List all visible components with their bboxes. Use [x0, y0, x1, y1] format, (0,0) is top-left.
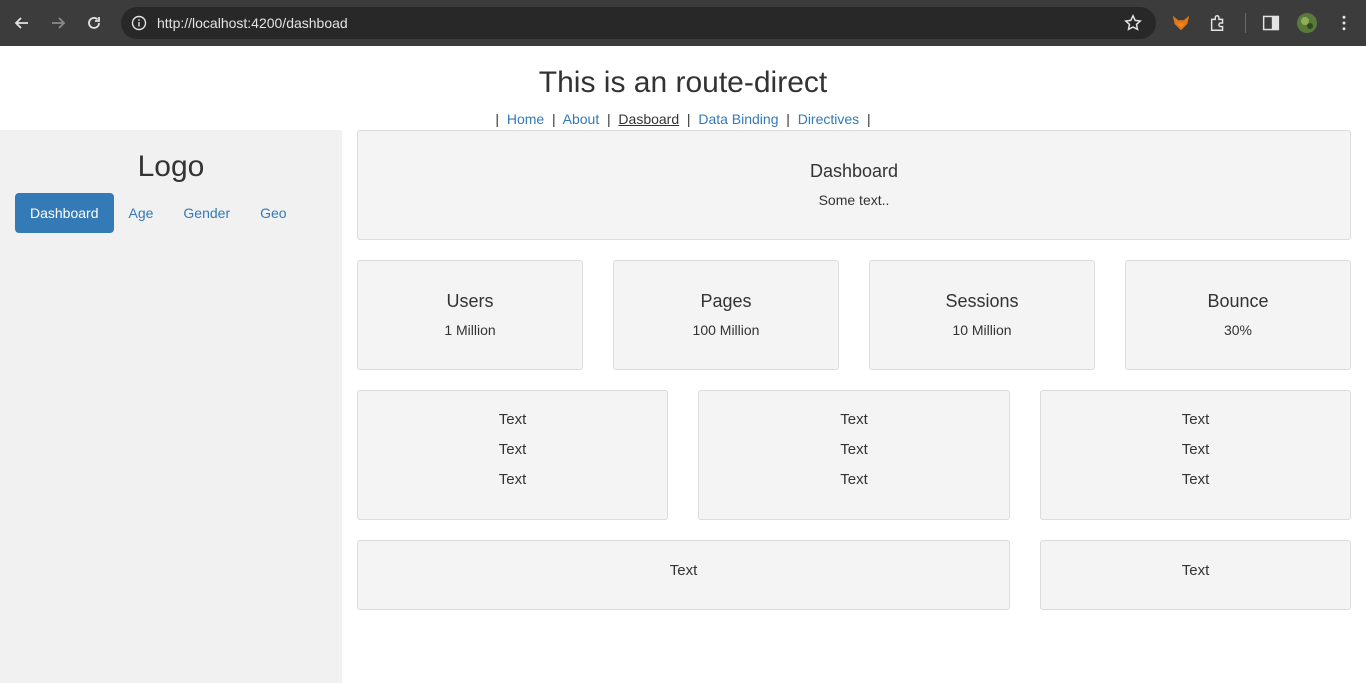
- bottom-text-card: Text: [357, 540, 1010, 610]
- bottom-text-card: Text: [1040, 540, 1351, 610]
- stat-title: Users: [446, 291, 494, 311]
- stat-title: Bounce: [1207, 291, 1269, 311]
- stat-value: 1 Million: [444, 322, 496, 338]
- stat-card-bounce: Bounce 30%: [1125, 260, 1351, 370]
- nav-separator: |: [863, 111, 875, 127]
- address-bar[interactable]: http://localhost:4200/dashboad: [121, 7, 1156, 39]
- toolbar-separator: [1245, 13, 1246, 33]
- nav-separator: |: [782, 111, 794, 127]
- stat-value: 100 Million: [692, 322, 760, 338]
- extensions-puzzle-icon[interactable]: [1207, 12, 1229, 34]
- pill-geo[interactable]: Geo: [245, 193, 301, 233]
- top-navigation: | Home | About | Dasboard | Data Binding…: [0, 111, 1366, 127]
- url-text[interactable]: http://localhost:4200/dashboad: [157, 15, 348, 31]
- nav-separator: |: [548, 111, 560, 127]
- text-line: Text: [840, 441, 868, 458]
- text-line: Text: [840, 411, 868, 428]
- reload-button[interactable]: [80, 9, 108, 37]
- pill-gender[interactable]: Gender: [168, 193, 245, 233]
- text-line: Text: [1181, 562, 1210, 579]
- stat-card-sessions: Sessions 10 Million: [869, 260, 1095, 370]
- nav-separator: |: [491, 111, 503, 127]
- nav-separator: |: [603, 111, 615, 127]
- stat-title: Pages: [700, 291, 752, 311]
- stat-card-pages: Pages 100 Million: [613, 260, 839, 370]
- text-line: Text: [498, 411, 527, 428]
- text-line: Text: [498, 471, 527, 488]
- nav-link-dashboard[interactable]: Dasboard: [618, 111, 679, 127]
- nav-link-about[interactable]: About: [563, 111, 600, 127]
- text-line: Text: [498, 441, 527, 458]
- stat-value: 30%: [1223, 322, 1253, 338]
- pill-age[interactable]: Age: [114, 193, 169, 233]
- text-line: Text: [1181, 441, 1210, 458]
- page-title: This is an route-direct: [538, 66, 828, 99]
- hero-text: Some text..: [818, 192, 890, 208]
- text-card: Text Text Text: [1040, 390, 1351, 520]
- hero-title: Dashboard: [809, 161, 899, 181]
- browser-toolbar: http://localhost:4200/dashboad: [0, 0, 1366, 46]
- reload-icon: [88, 17, 100, 29]
- fox-extension-icon[interactable]: [1170, 12, 1192, 34]
- stat-title: Sessions: [945, 291, 1019, 311]
- text-line: Text: [1181, 471, 1210, 488]
- nav-link-data-binding[interactable]: Data Binding: [698, 111, 778, 127]
- pill-dashboard[interactable]: Dashboard: [15, 193, 114, 233]
- more-menu-icon[interactable]: [1333, 12, 1355, 34]
- forward-arrow-icon: [52, 17, 66, 29]
- text-card: Text Text Text: [357, 390, 668, 520]
- stat-value: 10 Million: [952, 322, 1012, 338]
- text-line: Text: [1181, 411, 1210, 428]
- side-panel-icon[interactable]: [1260, 12, 1282, 34]
- bookmark-star-icon[interactable]: [1124, 14, 1142, 32]
- dashboard-hero-card: Dashboard Some text..: [357, 130, 1351, 240]
- logo: Logo: [137, 150, 205, 183]
- nav-link-directives[interactable]: Directives: [798, 111, 859, 127]
- back-arrow-icon: [14, 17, 28, 29]
- nav-separator: |: [683, 111, 695, 127]
- forward-button[interactable]: [44, 9, 72, 37]
- nav-link-home[interactable]: Home: [507, 111, 544, 127]
- text-line: Text: [669, 562, 698, 579]
- site-info-icon[interactable]: [129, 13, 149, 33]
- back-button[interactable]: [8, 9, 36, 37]
- text-line: Text: [840, 471, 868, 488]
- stat-card-users: Users 1 Million: [357, 260, 583, 370]
- profile-avatar-icon[interactable]: [1296, 12, 1318, 34]
- sidebar-pills: Dashboard Age Gender Geo: [15, 193, 302, 233]
- text-card: Text Text Text: [698, 390, 1010, 520]
- sidebar: Logo Dashboard Age Gender Geo: [0, 130, 342, 683]
